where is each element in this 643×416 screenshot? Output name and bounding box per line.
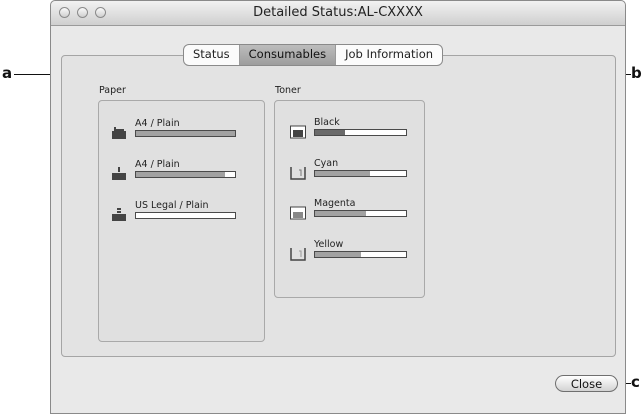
toner-black-icon [290, 125, 306, 139]
toner-level-bar [314, 129, 407, 136]
paper-level-bar [135, 130, 236, 137]
toner-yellow-icon [290, 248, 306, 261]
title-bar[interactable]: Detailed Status:AL-CXXXX [51, 1, 625, 26]
toner-label: Cyan [314, 158, 339, 169]
tab-status[interactable]: Status [184, 45, 240, 65]
callout-a: a [2, 64, 13, 82]
close-button[interactable]: Close [555, 375, 618, 392]
tray-1-icon [112, 167, 126, 180]
mp-tray-icon [112, 127, 126, 139]
paper-level-bar [135, 212, 236, 219]
paper-group-label: Paper [99, 85, 126, 96]
toner-label: Black [314, 117, 340, 128]
callout-c: c [631, 373, 640, 391]
tab-consumables[interactable]: Consumables [239, 45, 337, 65]
paper-tray-label: A4 / Plain [135, 118, 180, 129]
toner-group: Black Cyan Magenta Yellow [274, 100, 425, 298]
paper-group: A4 / Plain A4 / Plain US Legal / Plain [98, 100, 265, 342]
toner-level-bar [314, 170, 407, 177]
toner-label: Yellow [314, 239, 344, 250]
paper-tray-label: US Legal / Plain [135, 200, 209, 211]
paper-level-bar [135, 171, 236, 178]
toner-cyan-icon [290, 167, 306, 180]
toner-label: Magenta [314, 198, 356, 209]
tray-2-icon [112, 208, 126, 221]
toner-level-bar [314, 210, 407, 217]
toner-group-label: Toner [275, 85, 301, 96]
paper-tray-label: A4 / Plain [135, 159, 180, 170]
tab-bar: Status Consumables Job Information [183, 44, 444, 66]
window-title: Detailed Status:AL-CXXXX [253, 5, 423, 20]
tab-content-frame: Paper A4 / Plain A4 / Plain US Legal / P… [61, 55, 616, 357]
toner-magenta-icon [290, 206, 306, 220]
detailed-status-window: Detailed Status:AL-CXXXX Paper A4 / Plai… [50, 0, 626, 414]
tab-job-information[interactable]: Job Information [336, 45, 442, 65]
callout-b: b [631, 64, 642, 82]
toner-level-bar [314, 251, 407, 258]
